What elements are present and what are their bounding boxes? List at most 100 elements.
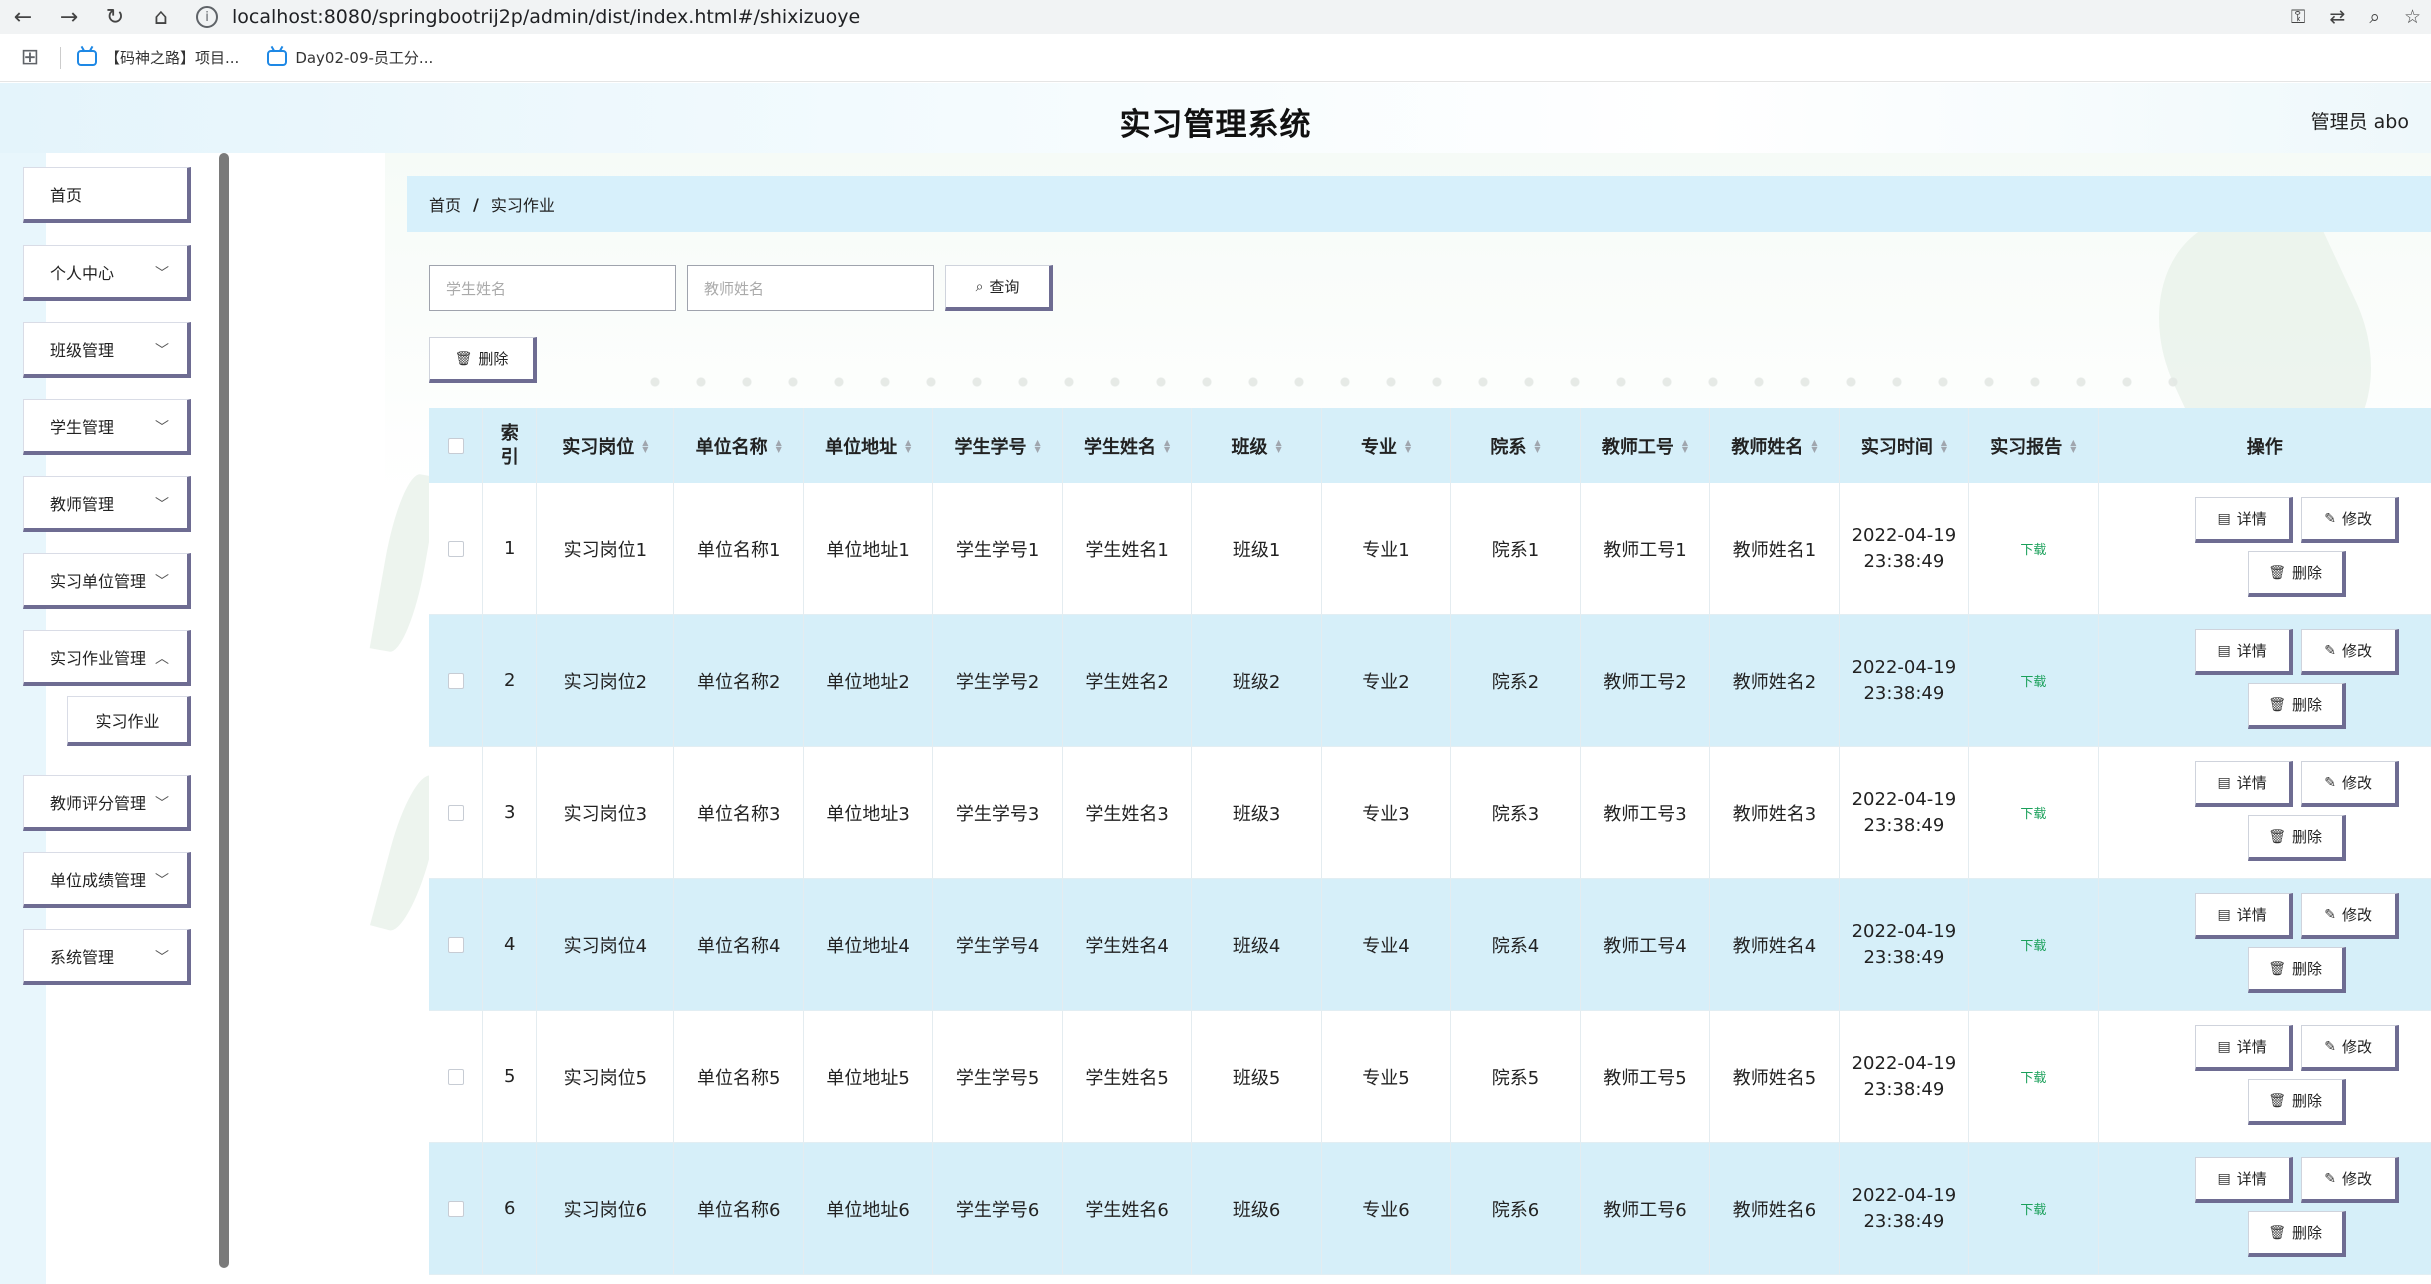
chevron-down-icon: ﹀: [155, 950, 169, 966]
sort-icon[interactable]: ▲ ▼: [1035, 438, 1041, 453]
download-link[interactable]: 下载: [2020, 935, 2046, 954]
sort-icon[interactable]: ▲ ▼: [1534, 438, 1540, 453]
sidebar-item-homework-management[interactable]: 实习作业管理 ︿: [23, 630, 191, 686]
cell-student-no: 学生学号2: [933, 615, 1063, 746]
bookmark-item[interactable]: Day02-09-员工分...: [267, 47, 433, 68]
translate-icon[interactable]: ⇄: [2329, 6, 2345, 28]
site-info-icon[interactable]: i: [196, 6, 218, 28]
edit-button[interactable]: ✎ 修改: [2300, 893, 2399, 939]
detail-button[interactable]: ▤ 详情: [2194, 893, 2293, 939]
table-header: 索引 实习岗位 ▲ ▼ 单位名称 ▲ ▼ 单位地址 ▲ ▼ 学生学号 ▲ ▼ 学生姓名 ▲ ▼ 班级…: [429, 408, 2431, 483]
header-student-no[interactable]: 学生学号 ▲ ▼: [933, 408, 1063, 483]
query-button[interactable]: ⌕ 查询: [945, 265, 1053, 311]
download-link[interactable]: 下载: [2020, 803, 2046, 822]
sort-icon[interactable]: ▲ ▼: [1275, 438, 1281, 453]
header-time[interactable]: 实习时间 ▲ ▼: [1840, 408, 1970, 483]
key-icon[interactable]: ⚿: [2291, 6, 2305, 28]
current-user[interactable]: 管理员 abo: [2311, 107, 2409, 134]
sidebar-item-personal-center[interactable]: 个人中心 ﹀: [23, 245, 191, 301]
breadcrumb-home[interactable]: 首页: [429, 192, 461, 216]
zoom-icon[interactable]: ⌕: [2369, 6, 2380, 28]
student-name-input[interactable]: 学生姓名: [429, 265, 676, 311]
row-checkbox[interactable]: [447, 1068, 464, 1085]
back-icon[interactable]: ←: [0, 0, 46, 34]
row-checkbox[interactable]: [447, 540, 464, 557]
sidebar-item-home[interactable]: 首页: [23, 167, 191, 223]
sort-icon[interactable]: ▲ ▼: [1941, 438, 1947, 453]
teacher-name-input[interactable]: 教师姓名: [687, 265, 934, 311]
download-link[interactable]: 下载: [2020, 671, 2046, 690]
sort-icon[interactable]: ▲ ▼: [1405, 438, 1411, 453]
url-text[interactable]: localhost:8080/springbootrij2p/admin/dis…: [232, 6, 860, 28]
chevron-down-icon: ﹀: [155, 574, 169, 590]
sort-icon[interactable]: ▲ ▼: [2070, 438, 2076, 453]
header-teacher-name[interactable]: 教师姓名 ▲ ▼: [1710, 408, 1840, 483]
sort-icon[interactable]: ▲ ▼: [1811, 438, 1817, 453]
header-major[interactable]: 专业 ▲ ▼: [1322, 408, 1452, 483]
delete-button[interactable]: 🗑 删除: [2247, 815, 2346, 861]
edit-button[interactable]: ✎ 修改: [2300, 761, 2399, 807]
time-date: 2022-04-19: [1851, 788, 1957, 810]
cell-actions: ▤ 详情 ✎ 修改 🗑 删除: [2099, 1143, 2431, 1274]
row-checkbox[interactable]: [447, 936, 464, 953]
cell-class: 班级4: [1192, 879, 1322, 1010]
detail-button[interactable]: ▤ 详情: [2194, 1025, 2293, 1071]
sort-icon[interactable]: ▲ ▼: [776, 438, 782, 453]
header-report[interactable]: 实习报告 ▲ ▼: [1969, 408, 2099, 483]
bookmark-item[interactable]: 【码神之路】项目...: [77, 47, 239, 68]
header-student-name[interactable]: 学生姓名 ▲ ▼: [1063, 408, 1193, 483]
delete-button[interactable]: 🗑 删除: [2247, 947, 2346, 993]
sort-icon[interactable]: ▲ ▼: [642, 438, 648, 453]
sidebar-item-unit-management[interactable]: 实习单位管理 ﹀: [23, 553, 191, 609]
delete-button[interactable]: 🗑 删除: [2247, 1211, 2346, 1257]
sort-icon[interactable]: ▲ ▼: [1682, 438, 1688, 453]
download-link[interactable]: 下载: [2020, 539, 2046, 558]
detail-button[interactable]: ▤ 详情: [2194, 1157, 2293, 1203]
sidebar-scrollbar[interactable]: [219, 153, 229, 1268]
delete-button[interactable]: 🗑 删除: [2247, 683, 2346, 729]
select-all-cell: [429, 408, 484, 483]
header-unit-name[interactable]: 单位名称 ▲ ▼: [674, 408, 804, 483]
edit-icon: ✎: [2324, 1038, 2336, 1055]
row-checkbox[interactable]: [447, 804, 464, 821]
star-icon[interactable]: ☆: [2404, 6, 2421, 28]
sidebar-item-class-management[interactable]: 班级管理 ﹀: [23, 322, 191, 378]
header-position[interactable]: 实习岗位 ▲ ▼: [537, 408, 675, 483]
select-all-checkbox[interactable]: [447, 437, 464, 454]
home-icon[interactable]: ⌂: [138, 0, 184, 34]
row-checkbox[interactable]: [447, 672, 464, 689]
forward-icon[interactable]: →: [46, 0, 92, 34]
sidebar-subitem-homework[interactable]: 实习作业: [67, 696, 191, 746]
edit-button[interactable]: ✎ 修改: [2300, 629, 2399, 675]
delete-button[interactable]: 🗑 删除: [2247, 1079, 2346, 1125]
edit-button[interactable]: ✎ 修改: [2300, 497, 2399, 543]
batch-delete-button[interactable]: 🗑 删除: [429, 337, 537, 383]
apps-grid-icon[interactable]: ⊞: [0, 34, 60, 82]
sort-icon[interactable]: ▲ ▼: [905, 438, 911, 453]
row-checkbox[interactable]: [447, 1200, 464, 1217]
cell-teacher-name: 教师姓名3: [1710, 747, 1840, 878]
header-department[interactable]: 院系 ▲ ▼: [1451, 408, 1581, 483]
delete-button[interactable]: 🗑 删除: [2247, 551, 2346, 597]
sidebar-item-student-management[interactable]: 学生管理 ﹀: [23, 399, 191, 455]
download-link[interactable]: 下载: [2020, 1199, 2046, 1218]
cell-unit-address: 单位地址3: [804, 747, 934, 878]
header-class[interactable]: 班级 ▲ ▼: [1192, 408, 1322, 483]
cell-report: 下载: [1969, 483, 2099, 614]
browser-toolbar: ← → ↻ ⌂ i localhost:8080/springbootrij2p…: [0, 0, 2431, 34]
header-teacher-no[interactable]: 教师工号 ▲ ▼: [1581, 408, 1711, 483]
sidebar-item-system-management[interactable]: 系统管理 ﹀: [23, 929, 191, 985]
sidebar-item-teacher-score[interactable]: 教师评分管理 ﹀: [23, 775, 191, 831]
sidebar-item-teacher-management[interactable]: 教师管理 ﹀: [23, 476, 191, 532]
detail-button[interactable]: ▤ 详情: [2194, 629, 2293, 675]
sort-icon[interactable]: ▲ ▼: [1164, 438, 1170, 453]
detail-button[interactable]: ▤ 详情: [2194, 497, 2293, 543]
sidebar-item-unit-score[interactable]: 单位成绩管理 ﹀: [23, 852, 191, 908]
header-unit-address[interactable]: 单位地址 ▲ ▼: [804, 408, 934, 483]
address-bar[interactable]: i localhost:8080/springbootrij2p/admin/d…: [196, 0, 860, 34]
download-link[interactable]: 下载: [2020, 1067, 2046, 1086]
reload-icon[interactable]: ↻: [92, 0, 138, 34]
edit-button[interactable]: ✎ 修改: [2300, 1025, 2399, 1071]
edit-button[interactable]: ✎ 修改: [2300, 1157, 2399, 1203]
detail-button[interactable]: ▤ 详情: [2194, 761, 2293, 807]
